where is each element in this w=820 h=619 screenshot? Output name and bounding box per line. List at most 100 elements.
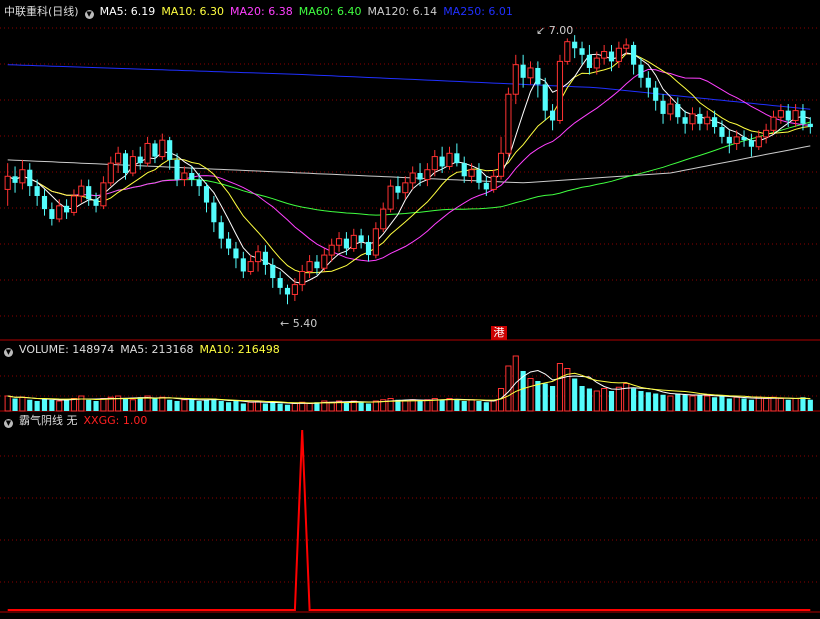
high-value: 7.00 <box>548 24 574 37</box>
candle-body <box>424 169 431 181</box>
candle-body <box>719 127 725 137</box>
volume-bar <box>86 399 92 411</box>
price-header: 中联重科(日线) ▼ MA5: 6.19 MA10: 6.30 MA20: 6.38 MA… <box>4 5 519 19</box>
volume-bar <box>247 401 254 412</box>
candle-body <box>667 103 674 115</box>
ma120-line <box>7 145 811 184</box>
candle-body <box>586 54 592 68</box>
volume-ma5-label: MA5: 213168 <box>120 343 194 356</box>
volume-bar <box>542 383 548 411</box>
volume-bar <box>454 399 460 411</box>
candle-body <box>226 238 232 249</box>
volume-bar <box>579 386 585 411</box>
candle-body <box>254 251 262 263</box>
candle-body <box>417 173 423 180</box>
candle-body <box>755 136 762 148</box>
volume-bar <box>100 398 107 412</box>
volume-bar <box>593 390 600 412</box>
candle-body <box>284 287 291 295</box>
volume-bar <box>675 393 681 411</box>
indicator-name: 霸气阴线 无 <box>19 414 78 427</box>
candle-body <box>34 186 40 196</box>
volume-bar <box>572 378 578 411</box>
volume-bar <box>306 403 313 412</box>
volume-bar <box>137 397 143 411</box>
candle-body <box>203 186 210 203</box>
candle-body <box>527 67 534 79</box>
candle-body <box>167 140 173 160</box>
volume-bar <box>56 400 63 412</box>
candle-body <box>697 113 703 124</box>
candle-body <box>601 51 608 59</box>
candle-body <box>623 44 630 49</box>
indicator-line <box>7 429 811 611</box>
volume-bar <box>800 397 806 411</box>
candle-body <box>335 238 343 246</box>
candle-body <box>115 152 122 164</box>
chart-svg <box>0 27 820 613</box>
volume-ma10-label: MA10: 216498 <box>199 343 280 356</box>
candle-body <box>129 156 136 174</box>
chevron-down-icon[interactable]: ▼ <box>84 10 94 19</box>
candle-body <box>299 270 306 286</box>
candle-body <box>159 139 166 158</box>
candle-body <box>64 205 70 213</box>
candle-body <box>196 179 202 187</box>
candle-body <box>497 152 505 177</box>
volume-bar <box>763 398 770 412</box>
ma250-line <box>7 64 811 110</box>
volume-bar <box>12 398 18 411</box>
volume-bar <box>468 399 475 412</box>
volume-bar <box>277 403 283 411</box>
volume-bar <box>697 394 703 411</box>
volume-header: ▼ VOLUME: 148974 MA5: 213168 MA10: 216498 <box>4 343 286 357</box>
candle-body <box>748 140 754 147</box>
candle-body <box>704 116 711 125</box>
volume-bar <box>424 399 431 412</box>
candle-body <box>682 117 688 124</box>
candle-body <box>653 87 659 101</box>
hk-marker-badge[interactable]: 港 <box>491 326 507 340</box>
ma10-label: MA10: 6.30 <box>161 5 225 18</box>
volume-bar <box>505 365 512 412</box>
volume-label: VOLUME: 148974 <box>19 343 115 356</box>
candle-body <box>439 156 445 167</box>
chevron-down-icon[interactable]: ▼ <box>4 348 13 357</box>
candle-body <box>100 182 107 207</box>
candle-body <box>218 222 224 239</box>
volume-bar <box>402 400 409 412</box>
volume-bar <box>689 395 696 412</box>
chart-stage <box>0 0 820 616</box>
candle-body <box>86 186 92 200</box>
volume-bar <box>34 401 40 411</box>
candle-body <box>343 238 349 249</box>
volume-bar <box>446 398 453 412</box>
candle-body <box>535 67 541 85</box>
volume-bar <box>343 402 349 411</box>
volume-bar <box>93 401 99 411</box>
ma250-label: MA250: 6.01 <box>443 5 513 18</box>
candle-body <box>733 136 740 144</box>
ma5-line <box>7 52 811 284</box>
volume-bar <box>667 395 674 412</box>
volume-bar <box>653 393 659 411</box>
volume-bar <box>682 394 688 411</box>
volume-bar <box>203 399 210 411</box>
volume-bar <box>712 397 718 411</box>
volume-bar <box>755 396 762 412</box>
low-value: 5.40 <box>292 317 318 330</box>
ma120-label: MA120: 6.14 <box>367 5 438 18</box>
candle-body <box>78 185 85 197</box>
volume-bar <box>417 401 423 411</box>
candle-body <box>807 123 813 128</box>
volume-bar <box>19 396 26 412</box>
candle-body <box>675 104 681 118</box>
volume-bar <box>129 399 136 412</box>
ma5-label: MA5: 6.19 <box>99 5 156 18</box>
volume-bar <box>270 402 276 411</box>
candle-body <box>277 278 283 288</box>
volume-bar <box>770 396 777 412</box>
chevron-down-icon[interactable]: ▼ <box>4 419 13 428</box>
volume-bar <box>726 398 732 411</box>
candle-body <box>49 209 55 219</box>
